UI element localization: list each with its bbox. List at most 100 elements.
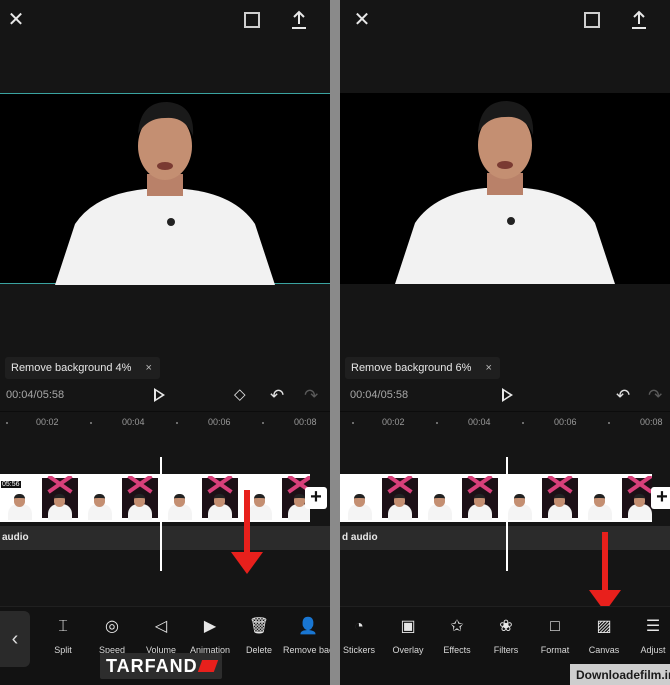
filmstrip-frame	[200, 476, 240, 520]
video-preview[interactable]	[340, 93, 670, 284]
play-icon[interactable]	[154, 388, 165, 402]
tool-label: Format	[540, 645, 570, 655]
tool-label: Remove background	[283, 645, 330, 655]
tick-label: 00:06	[554, 417, 577, 427]
remove-background-icon: 👤	[298, 618, 318, 635]
overlay-icon: ▣	[400, 618, 416, 635]
person-image	[55, 102, 275, 285]
tool-label: Overlay	[392, 645, 424, 655]
tool-label: Stickers	[342, 645, 375, 655]
tool-animation[interactable]: ▶ Animation	[185, 617, 235, 655]
chip-close-icon[interactable]: ×	[485, 362, 491, 374]
fullscreen-icon[interactable]	[244, 12, 260, 28]
tool-adjust[interactable]: ☰ Adjust	[628, 617, 670, 655]
play-icon[interactable]	[502, 388, 513, 402]
redo-icon: ↷	[304, 386, 319, 405]
canvas-icon: ▨	[596, 618, 612, 635]
video-preview[interactable]	[0, 93, 330, 285]
filmstrip-frame	[380, 476, 420, 520]
filmstrip-frame	[40, 476, 80, 520]
fullscreen-icon[interactable]	[584, 12, 600, 28]
filters-icon: ❀	[499, 618, 513, 635]
tick-label: 00:06	[208, 417, 231, 427]
tick-label: 00:04	[122, 417, 145, 427]
redo-icon: ↷	[648, 386, 663, 405]
keyframe-icon[interactable]: ◇	[234, 387, 250, 403]
export-icon[interactable]	[630, 10, 648, 30]
effects-icon: ✩	[450, 618, 464, 635]
tool-label: Split	[54, 645, 72, 655]
close-icon[interactable]: ✕	[352, 10, 372, 30]
format-icon: □	[550, 618, 560, 635]
top-bar: ✕	[340, 0, 670, 44]
video-track[interactable]	[340, 474, 652, 522]
time-readout: 00:04/05:58	[6, 389, 65, 401]
tool-label: Adjust	[640, 645, 666, 655]
tool-speed[interactable]: ◎ Speed	[87, 617, 137, 655]
tool-split[interactable]: ⌶ Split	[38, 617, 88, 655]
audio-track[interactable]: audio	[0, 526, 330, 550]
tool-canvas[interactable]: ▨ Canvas	[579, 617, 629, 655]
clip-timecode: 05:56	[1, 481, 21, 488]
playhead[interactable]	[506, 457, 508, 571]
export-icon[interactable]	[290, 10, 308, 30]
tool-stickers[interactable]: ◔ Stickers	[340, 617, 384, 655]
tool-label: Delete	[245, 645, 272, 655]
volume-icon: ◁	[154, 618, 168, 635]
filmstrip-frame	[460, 476, 500, 520]
stickers-icon: ◔	[354, 618, 364, 635]
time-readout: 00:04/05:58	[350, 389, 409, 401]
add-clip-button[interactable]: +	[651, 487, 670, 509]
tool-remove-background[interactable]: 👤 Remove background	[283, 617, 330, 655]
filmstrip-frame	[620, 476, 652, 520]
add-clip-button[interactable]: +	[305, 487, 327, 509]
filmstrip-frame	[340, 476, 380, 520]
audio-track[interactable]: d audio	[340, 526, 670, 550]
animation-icon: ▶	[203, 618, 217, 635]
top-bar: ✕	[0, 0, 330, 44]
tool-format[interactable]: □ Format	[530, 617, 580, 655]
tool-effects[interactable]: ✩ Effects	[432, 617, 482, 655]
timeline-ruler: 00:02 00:04 00:06 00:08	[340, 411, 670, 435]
tool-label: Filters	[493, 645, 519, 655]
chip-close-icon[interactable]: ×	[145, 362, 151, 374]
left-editor-panel: ✕ Remove background 4% × 00:04/05:58 ◇ ↶…	[0, 0, 330, 685]
undo-icon[interactable]: ↶	[270, 386, 284, 406]
person-image	[395, 101, 615, 284]
tool-overlay[interactable]: ▣ Overlay	[383, 617, 433, 655]
filmstrip-frame	[420, 476, 460, 520]
tarfand-text: TARFAND	[106, 655, 198, 676]
tool-filters[interactable]: ❀ Filters	[481, 617, 531, 655]
video-track[interactable]: 05:56	[0, 474, 310, 522]
tick-label: 00:02	[36, 417, 59, 427]
chip-label: Remove background 4%	[11, 362, 132, 374]
close-icon[interactable]: ✕	[6, 10, 26, 30]
tick-label: 00:08	[640, 417, 663, 427]
tick-label: 00:08	[294, 417, 317, 427]
playhead[interactable]	[160, 457, 162, 571]
delete-icon: 🗑	[248, 618, 270, 635]
tool-label: Effects	[443, 645, 471, 655]
remove-background-progress-chip: Remove background 4% ×	[5, 357, 160, 379]
timeline-ruler: 00:02 00:04 00:06 00:08	[0, 411, 330, 435]
tick-label: 00:04	[468, 417, 491, 427]
filmstrip-frame	[120, 476, 160, 520]
filmstrip-frame	[540, 476, 580, 520]
adjust-icon: ☰	[645, 618, 661, 635]
filmstrip-frame	[580, 476, 620, 520]
remove-background-progress-chip: Remove background 6% ×	[345, 357, 500, 379]
back-icon[interactable]: ‹	[0, 611, 30, 667]
right-editor-panel: ✕ Remove background 6% × 00:04/05:58 ↶ ↷…	[340, 0, 670, 685]
undo-icon[interactable]: ↶	[616, 386, 630, 406]
tarfand-watermark: TARFAND	[100, 653, 222, 679]
tool-volume[interactable]: ◁ Volume	[136, 617, 186, 655]
filmstrip-frame	[80, 476, 120, 520]
playback-controls: 00:04/05:58 ↶ ↷	[340, 384, 670, 408]
tick-label: 00:02	[382, 417, 405, 427]
speed-icon: ◎	[105, 618, 119, 635]
tool-delete[interactable]: 🗑 Delete	[234, 617, 284, 655]
split-icon: ⌶	[58, 618, 68, 635]
downloadfilm-watermark: Downloadefilm.ir	[576, 668, 670, 682]
tarfand-logo-mark	[197, 660, 218, 672]
tool-label: Canvas	[588, 645, 620, 655]
